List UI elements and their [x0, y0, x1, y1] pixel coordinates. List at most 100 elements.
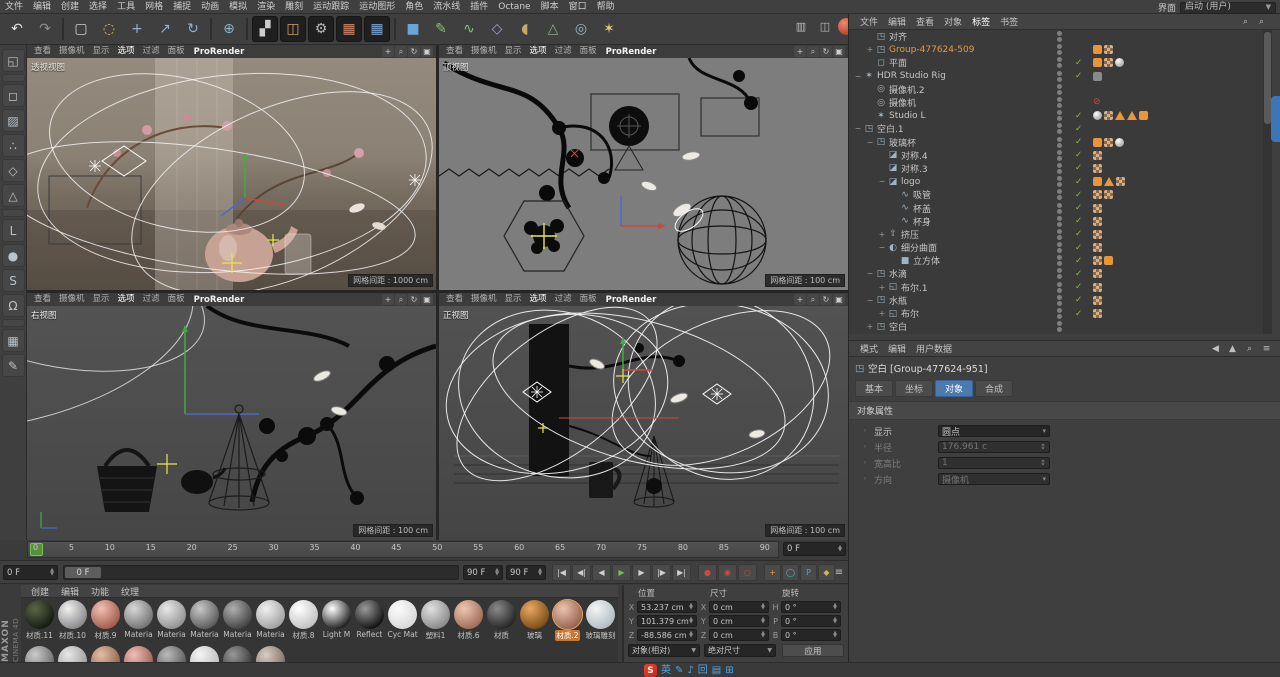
- tex-tag-icon[interactable]: [1093, 243, 1102, 253]
- goto-end-icon[interactable]: ▶|: [672, 564, 691, 581]
- enabled-check-icon[interactable]: ✓: [1075, 163, 1082, 173]
- object-tree-row[interactable]: ✶ Studio L ✓: [849, 109, 1263, 122]
- material-menu-item[interactable]: 编辑: [55, 585, 85, 598]
- viewport-menu-item[interactable]: 查看: [30, 45, 55, 58]
- rotate-tool-icon[interactable]: ↻: [180, 16, 206, 42]
- render-preset-1-icon[interactable]: ▦: [336, 16, 362, 42]
- prorender-menu[interactable]: ProRender: [601, 295, 662, 305]
- visibility-dots[interactable]: [1057, 242, 1062, 254]
- maximize-view-icon[interactable]: ▣: [421, 294, 433, 305]
- viewport-menu-item[interactable]: 摄像机: [467, 45, 501, 58]
- object-tree-row[interactable]: ∿ 杯身 ✓: [849, 215, 1263, 228]
- material-sphere[interactable]: [157, 600, 186, 629]
- tex-tag-icon[interactable]: [1104, 137, 1113, 147]
- position-field[interactable]: 53.237 cm: [637, 601, 697, 613]
- record-scale-icon[interactable]: ◯: [782, 564, 799, 581]
- rotate-view-icon[interactable]: ↻: [820, 46, 832, 57]
- preview-range-slider[interactable]: 0 F: [63, 565, 459, 580]
- attribute-field[interactable]: 摄像机 ▾: [938, 473, 1050, 486]
- object-tree-row[interactable]: ◳ 对齐 ✓: [849, 30, 1263, 43]
- material-sphere[interactable]: [58, 600, 87, 629]
- viewport-menu-item[interactable]: 选项: [114, 45, 139, 58]
- rotate-view-icon[interactable]: ↻: [820, 294, 832, 305]
- tex-tag-icon[interactable]: [1116, 177, 1125, 187]
- menu-item[interactable]: 运动跟踪: [308, 0, 354, 14]
- menu-item[interactable]: 流水线: [428, 0, 465, 14]
- material-item[interactable]: Cyc Mat: [386, 600, 419, 643]
- visibility-dots[interactable]: [1057, 57, 1062, 69]
- enabled-check-icon[interactable]: ✓: [1075, 71, 1082, 81]
- material-sphere[interactable]: [256, 600, 285, 629]
- material-sphere[interactable]: [586, 600, 615, 629]
- material-item[interactable]: 材质: [485, 600, 518, 643]
- tex-tag-icon[interactable]: [1093, 190, 1102, 200]
- viewport-menu-item[interactable]: 选项: [526, 45, 551, 58]
- expand-toggle-icon[interactable]: +: [877, 283, 887, 292]
- ball-tag-icon[interactable]: [1093, 111, 1102, 121]
- size-field[interactable]: 0 cm: [709, 615, 769, 627]
- sogou-ime-icon[interactable]: S: [644, 664, 657, 677]
- material-sphere[interactable]: [190, 646, 219, 662]
- tex-tag-icon[interactable]: [1104, 111, 1113, 121]
- enabled-check-icon[interactable]: ✓: [1075, 150, 1082, 160]
- material-sphere[interactable]: [487, 600, 516, 629]
- prorender-menu[interactable]: ProRender: [601, 47, 662, 57]
- material-item[interactable]: 材质.9: [89, 600, 122, 643]
- material-sphere[interactable]: [124, 600, 153, 629]
- menu-item[interactable]: 文件: [0, 0, 28, 14]
- viewport-menu-item[interactable]: 选项: [114, 293, 139, 306]
- object-tree-row[interactable]: − ◳ 空白.1 ✓: [849, 122, 1263, 135]
- panel-menu-icon[interactable]: ≡: [1260, 343, 1273, 355]
- attribute-field[interactable]: 1 ↕: [938, 457, 1050, 469]
- object-tree-row[interactable]: − ◳ 水瓶 ✓: [849, 294, 1263, 307]
- enabled-check-icon[interactable]: ✓: [1075, 243, 1082, 253]
- pan-view-icon[interactable]: +: [382, 46, 394, 57]
- menu-item[interactable]: 运动图形: [354, 0, 400, 14]
- menu-item[interactable]: 工具: [112, 0, 140, 14]
- tex-tag-icon[interactable]: [1104, 190, 1113, 200]
- menu-item[interactable]: 帮助: [592, 0, 620, 14]
- filter-search-icon[interactable]: ⌕: [1255, 16, 1268, 28]
- phong-tag-icon[interactable]: [1104, 177, 1114, 187]
- attribute-menu-item[interactable]: 用户数据: [911, 342, 957, 355]
- object-tree-row[interactable]: − ◳ 玻璃杯 ✓: [849, 136, 1263, 149]
- menu-item[interactable]: 渲染: [252, 0, 280, 14]
- material-sphere[interactable]: [223, 600, 252, 629]
- tex-tag-icon[interactable]: [1093, 203, 1102, 213]
- tex-tag-icon[interactable]: [1093, 256, 1102, 266]
- prorender-menu[interactable]: ProRender: [189, 295, 250, 305]
- environment-icon[interactable]: △: [540, 16, 566, 42]
- rotation-field[interactable]: 0 °: [781, 629, 841, 641]
- render-view-icon[interactable]: ▞: [252, 16, 278, 42]
- spinner-icon[interactable]: [689, 632, 693, 639]
- spinner-icon[interactable]: [495, 569, 499, 576]
- object-tree-row[interactable]: + ⇧ 挤压 ✓: [849, 228, 1263, 241]
- enabled-check-icon[interactable]: ✓: [1075, 124, 1082, 134]
- top-canvas[interactable]: 顶视图 网格间距: 100 cm: [439, 58, 848, 290]
- zoom-view-icon[interactable]: ⌕: [807, 46, 819, 57]
- key-selection-icon[interactable]: ○: [738, 564, 757, 581]
- material-sphere[interactable]: [520, 600, 549, 629]
- material-item[interactable]: 材质.2: [551, 599, 584, 643]
- maximize-view-icon[interactable]: ▣: [833, 294, 845, 305]
- docked-panel-tab[interactable]: [1271, 96, 1280, 142]
- material-item[interactable]: 玻璃: [518, 600, 551, 643]
- material-item[interactable]: [221, 646, 254, 662]
- range-end-field-2[interactable]: 90 F: [506, 565, 546, 580]
- visibility-dots[interactable]: [1057, 268, 1062, 280]
- material-sphere[interactable]: [91, 600, 120, 629]
- object-manager-menu-item[interactable]: 文件: [855, 15, 883, 28]
- search-icon[interactable]: ⌕: [1243, 343, 1256, 355]
- scale-tool-icon[interactable]: ↗: [152, 16, 178, 42]
- spinner-icon[interactable]: [689, 604, 693, 611]
- size-mode-select[interactable]: 绝对尺寸 ▼: [704, 644, 776, 657]
- enabled-check-icon[interactable]: ✓: [1075, 309, 1082, 319]
- attribute-field[interactable]: 圆点 ▾: [938, 425, 1050, 438]
- expand-toggle-icon[interactable]: −: [877, 177, 887, 186]
- gray-tag-icon[interactable]: [1093, 71, 1102, 81]
- viewport-menu-item[interactable]: 过滤: [551, 293, 576, 306]
- spinner-icon[interactable]: [50, 569, 54, 576]
- axis-lock-icon[interactable]: L: [1, 219, 25, 242]
- menu-item[interactable]: 窗口: [564, 0, 592, 14]
- tex-tag-icon[interactable]: [1093, 216, 1102, 226]
